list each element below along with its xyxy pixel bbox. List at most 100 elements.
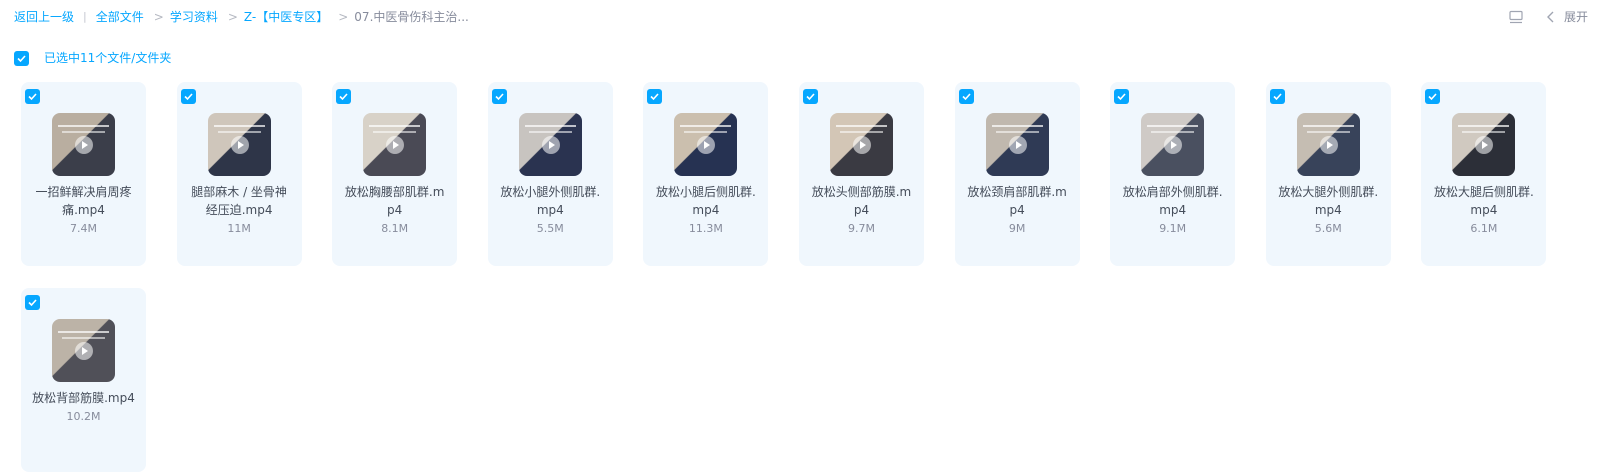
file-checkbox[interactable] [1114,89,1130,104]
file-name[interactable]: 一招鲜解决肩周疼 痛.mp4 [27,183,140,219]
file-card[interactable]: 腿部麻木 / 坐骨神 经压迫.mp4 11M [176,82,302,266]
breadcrumb: 返回上一级 | 全部文件 > 学习资料 > Z-【中医专区】 > 07.中医骨伤… [14,9,469,25]
breadcrumb-item-study[interactable]: 学习资料 [170,9,218,25]
file-size: 6.1M [1470,222,1498,235]
file-name-line: 放松背部筋膜.mp4 [32,391,135,405]
file-name-line: 经压迫.mp4 [205,203,273,217]
file-size: 9.1M [1159,222,1187,235]
checkmark-icon [339,93,348,101]
video-thumbnail[interactable] [985,113,1049,176]
file-checkbox[interactable] [180,89,196,104]
file-name-line: mp4 [1314,203,1342,217]
file-size: 8.1M [381,222,409,235]
file-size: 10.2M [66,410,101,423]
checkmark-icon [495,93,504,101]
file-name-line: p4 [853,203,870,217]
checkmark-icon [28,93,37,101]
file-name-line: mp4 [1159,203,1187,217]
breadcrumb-chevron-icon: > [153,10,164,24]
layout-icon[interactable] [1508,9,1524,25]
video-thumbnail[interactable] [207,113,271,176]
video-thumbnail[interactable] [674,113,738,176]
play-icon [1008,136,1027,154]
file-checkbox[interactable] [336,89,352,104]
file-name-line: 放松颈肩部肌群.m [967,185,1067,199]
file-name-line: 一招鲜解决肩周疼 [35,185,132,199]
file-name[interactable]: 放松背部筋膜.mp4 [27,389,140,407]
file-name-line: 放松大腿外侧肌群. [1278,185,1379,199]
file-card[interactable]: 放松肩部外侧肌群. mp4 9.1M [1110,82,1236,266]
file-card[interactable]: 放松小腿后侧肌群. mp4 11.3M [643,82,769,266]
back-link[interactable]: 返回上一级 [14,9,74,25]
file-name-line: mp4 [1470,203,1498,217]
file-checkbox[interactable] [647,89,663,104]
file-name[interactable]: 放松头侧部筋膜.m p4 [805,183,918,219]
play-icon [1164,136,1183,154]
checkmark-icon [1117,93,1126,101]
file-size: 9M [1008,222,1026,235]
file-checkbox[interactable] [25,89,40,104]
file-name[interactable]: 放松胸腰部肌群.m p4 [338,183,451,219]
file-card[interactable]: 放松颈肩部肌群.m p4 9M [954,82,1080,266]
video-thumbnail[interactable] [518,113,582,176]
file-card[interactable]: 放松胸腰部肌群.m p4 8.1M [332,82,458,266]
select-all-checkbox[interactable] [14,50,29,66]
select-all-row: 已选中11个文件/文件夹 [14,50,171,66]
file-size: 5.6M [1314,222,1342,235]
play-icon [75,342,93,360]
file-size: 5.5M [536,222,564,235]
file-card[interactable]: 一招鲜解决肩周疼 痛.mp4 7.4M [21,82,146,266]
chevron-left-icon[interactable] [1546,9,1556,25]
file-checkbox[interactable] [958,89,974,104]
file-name-line: 放松胸腰部肌群.m [344,185,445,199]
file-size: 9.7M [848,222,875,235]
file-checkbox[interactable] [25,295,40,310]
file-card[interactable]: 放松头侧部筋膜.m p4 9.7M [799,82,924,266]
file-card[interactable]: 放松背部筋膜.mp4 10.2M [21,288,146,472]
file-name-line: p4 [1009,203,1025,217]
file-name-line: 腿部麻木 / 坐骨神 [191,185,287,199]
breadcrumb-chevron-icon: > [227,10,238,24]
file-checkbox[interactable] [491,89,507,104]
play-icon [75,136,93,154]
file-card[interactable]: 放松小腿外侧肌群. mp4 5.5M [487,82,613,266]
expand-label[interactable]: 展开 [1564,8,1588,25]
video-thumbnail[interactable] [1141,113,1205,176]
file-checkbox[interactable] [803,89,818,104]
play-icon [386,136,405,154]
play-icon [1319,136,1338,154]
video-thumbnail[interactable] [1452,113,1516,176]
file-checkbox[interactable] [1269,89,1285,104]
checkmark-icon [1273,93,1282,101]
checkmark-icon [1428,93,1437,101]
video-thumbnail[interactable] [830,113,893,176]
file-name[interactable]: 腿部麻木 / 坐骨神 经压迫.mp4 [183,183,296,219]
checkmark-icon [650,93,659,101]
file-card[interactable]: 放松大腿后侧肌群. mp4 6.1M [1421,82,1547,266]
play-icon [541,136,560,154]
checkmark-icon [17,54,26,62]
file-name[interactable]: 放松肩部外侧肌群. mp4 [1116,183,1229,219]
file-size: 7.4M [70,222,97,235]
file-name[interactable]: 放松小腿外侧肌群. mp4 [494,183,607,219]
file-name[interactable]: 放松颈肩部肌群.m p4 [961,183,1074,219]
play-icon [853,136,871,154]
play-icon [230,136,249,154]
video-thumbnail[interactable] [52,319,115,382]
file-name-line: p4 [387,203,403,217]
video-thumbnail[interactable] [363,113,427,176]
file-card[interactable]: 放松大腿外侧肌群. mp4 5.6M [1265,82,1391,266]
breadcrumb-divider: | [83,10,87,23]
file-name-line: mp4 [692,203,720,217]
file-name[interactable]: 放松小腿后侧肌群. mp4 [649,183,762,219]
play-icon [697,136,716,154]
breadcrumb-item-tcm[interactable]: Z-【中医专区】 [244,9,328,25]
video-thumbnail[interactable] [1296,113,1360,176]
top-right-tools: 展开 [1508,8,1588,25]
file-name[interactable]: 放松大腿后侧肌群. mp4 [1427,183,1540,219]
video-thumbnail[interactable] [52,113,115,176]
checkmark-icon [28,299,37,307]
file-checkbox[interactable] [1425,89,1441,104]
breadcrumb-item-all-files[interactable]: 全部文件 [96,9,144,25]
file-name[interactable]: 放松大腿外侧肌群. mp4 [1272,183,1385,219]
